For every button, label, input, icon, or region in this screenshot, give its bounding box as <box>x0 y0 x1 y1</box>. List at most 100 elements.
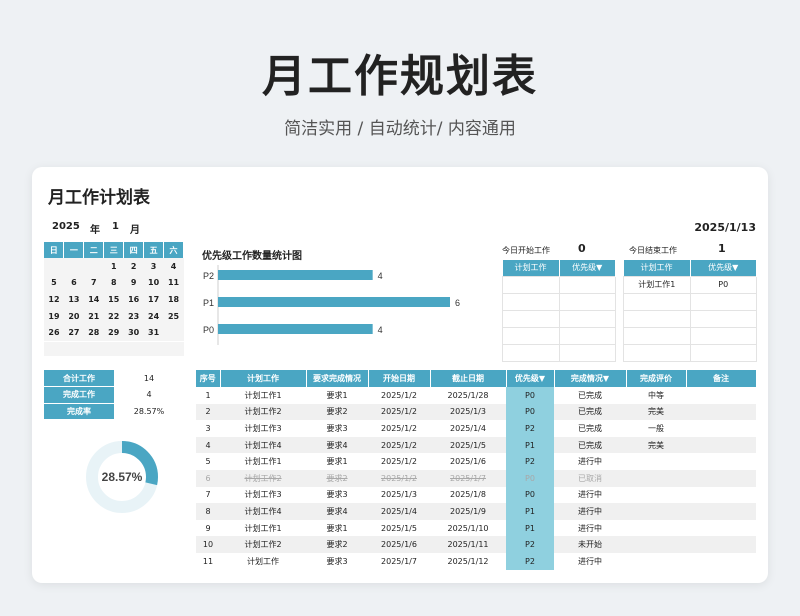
table-row[interactable]: 7 计划工作3 要求3 2025/1/3 2025/1/8 P0 进行中 <box>196 486 756 504</box>
calendar-day[interactable]: 29 <box>103 324 124 341</box>
summary-label: 完成率 <box>44 403 114 420</box>
chart-value-label: 6 <box>455 298 460 308</box>
calendar-day[interactable]: 24 <box>143 307 164 325</box>
calendar-day[interactable]: 17 <box>143 291 164 308</box>
table-row[interactable]: 2 计划工作2 要求2 2025/1/2 2025/1/3 P0 已完成 完美 <box>196 403 756 421</box>
table-row[interactable]: 1 计划工作1 要求1 2025/1/2 2025/1/28 P0 已完成 中等 <box>196 387 756 404</box>
table-row[interactable]: 10 计划工作2 要求2 2025/1/6 2025/1/11 P2 未开始 <box>196 536 756 553</box>
calendar-day[interactable]: 5 <box>44 274 64 292</box>
cell-eval <box>626 519 686 537</box>
calendar-day[interactable] <box>44 258 64 275</box>
calendar-day[interactable]: 15 <box>103 291 124 308</box>
cell-pri: P2 <box>506 536 554 553</box>
tasks-header[interactable]: 完成情况▼ <box>554 370 627 387</box>
calendar-day[interactable]: 12 <box>44 291 64 308</box>
cell-no: 5 <box>196 453 220 470</box>
calendar-day[interactable]: 8 <box>103 274 124 292</box>
mini-cell: P0 <box>689 275 757 294</box>
calendar-day[interactable] <box>163 324 184 341</box>
calendar-day[interactable]: 1 <box>103 258 124 275</box>
summary-value: 28.57% <box>114 403 184 420</box>
weekday-header: 一 <box>63 242 85 258</box>
calendar-day[interactable]: 11 <box>163 274 184 292</box>
tasks-header[interactable]: 完成评价 <box>626 370 687 387</box>
mini-header[interactable]: 优先级▼ <box>559 260 616 276</box>
calendar-day[interactable]: 27 <box>63 324 84 341</box>
calendar-day[interactable]: 7 <box>83 274 104 292</box>
cell-eval <box>626 552 686 570</box>
tasks-header[interactable]: 截止日期 <box>430 370 507 387</box>
cell-pri: P0 <box>506 486 554 504</box>
cell-status: 未开始 <box>554 536 626 553</box>
cell-start: 2025/1/3 <box>368 486 430 504</box>
table-row[interactable]: 3 计划工作3 要求3 2025/1/2 2025/1/4 P2 已完成 一般 <box>196 420 756 437</box>
mini-cell <box>502 326 560 345</box>
calendar-day[interactable]: 10 <box>143 274 164 292</box>
cell-end: 2025/1/4 <box>430 420 506 437</box>
cell-no: 3 <box>196 420 220 437</box>
month-value[interactable]: 1 <box>112 221 119 232</box>
mini-header[interactable]: 计划工作 <box>502 260 560 276</box>
calendar-day[interactable]: 13 <box>63 291 84 308</box>
cell-end: 2025/1/9 <box>430 503 506 520</box>
tasks-header[interactable]: 开始日期 <box>368 370 431 387</box>
tasks-header[interactable]: 序号 <box>196 370 221 387</box>
calendar-day[interactable]: 25 <box>163 307 184 325</box>
calendar-day[interactable]: 22 <box>103 307 124 325</box>
mini-header[interactable]: 优先级▼ <box>690 260 757 276</box>
calendar-day[interactable]: 16 <box>123 291 144 308</box>
table-row[interactable]: 11 计划工作 要求3 2025/1/7 2025/1/12 P2 进行中 <box>196 552 756 570</box>
today-start-count: 0 <box>578 242 586 255</box>
cell-pri: P1 <box>506 503 554 520</box>
calendar-day[interactable]: 23 <box>123 307 144 325</box>
calendar-day[interactable]: 30 <box>123 324 144 341</box>
mini-row <box>502 326 616 345</box>
tasks-header[interactable]: 备注 <box>686 370 757 387</box>
cell-status: 进行中 <box>554 519 626 537</box>
calendar-day[interactable]: 9 <box>123 274 144 292</box>
cell-pri: P1 <box>506 436 554 454</box>
chart-category-label: P2 <box>203 271 214 281</box>
calendar-day[interactable] <box>83 258 104 275</box>
calendar-day[interactable]: 31 <box>143 324 164 341</box>
table-row[interactable]: 4 计划工作4 要求4 2025/1/2 2025/1/5 P1 已完成 完美 <box>196 436 756 454</box>
tasks-header[interactable]: 优先级▼ <box>506 370 555 387</box>
mini-row <box>623 309 757 328</box>
table-row[interactable]: 6 计划工作2 要求2 2025/1/2 2025/1/7 P0 已取消 <box>196 469 756 487</box>
calendar-day[interactable]: 3 <box>143 258 164 275</box>
tasks-header[interactable]: 要求完成情况 <box>306 370 369 387</box>
cell-end: 2025/1/3 <box>430 403 506 421</box>
mini-row <box>623 343 757 362</box>
calendar: 日一二三四五六 1 2 3 4 5 6 7 8 9 10 11 12 13 14 15 16 17 18 19 20 2… <box>44 242 184 341</box>
chart-value-label: 4 <box>378 271 383 281</box>
year-value[interactable]: 2025 <box>52 221 80 232</box>
table-row[interactable]: 8 计划工作4 要求4 2025/1/4 2025/1/9 P1 进行中 <box>196 503 756 520</box>
calendar-day[interactable]: 20 <box>63 307 84 325</box>
cell-eval <box>626 469 686 487</box>
summary-label: 合计工作 <box>44 370 114 387</box>
cell-note <box>686 387 756 404</box>
cell-no: 11 <box>196 552 220 570</box>
cell-note <box>686 536 756 553</box>
mini-cell <box>558 275 616 294</box>
table-row[interactable]: 5 计划工作1 要求1 2025/1/2 2025/1/6 P2 进行中 <box>196 453 756 470</box>
calendar-day[interactable]: 21 <box>83 307 104 325</box>
mini-row <box>623 326 757 345</box>
calendar-day[interactable] <box>63 258 84 275</box>
calendar-day[interactable]: 4 <box>163 258 184 275</box>
calendar-day[interactable]: 6 <box>63 274 84 292</box>
calendar-day[interactable]: 26 <box>44 324 64 341</box>
table-row[interactable]: 9 计划工作1 要求1 2025/1/5 2025/1/10 P1 进行中 <box>196 519 756 537</box>
calendar-day[interactable]: 18 <box>163 291 184 308</box>
calendar-day[interactable]: 2 <box>123 258 144 275</box>
calendar-week: 26 27 28 29 30 31 <box>44 324 184 341</box>
cell-status: 进行中 <box>554 503 626 520</box>
cell-pri: P0 <box>506 469 554 487</box>
calendar-day[interactable]: 28 <box>83 324 104 341</box>
cell-end: 2025/1/28 <box>430 387 506 404</box>
cell-start: 2025/1/7 <box>368 552 430 570</box>
calendar-day[interactable]: 19 <box>44 307 64 325</box>
calendar-day[interactable]: 14 <box>83 291 104 308</box>
tasks-header[interactable]: 计划工作 <box>220 370 307 387</box>
mini-header[interactable]: 计划工作 <box>623 260 691 276</box>
